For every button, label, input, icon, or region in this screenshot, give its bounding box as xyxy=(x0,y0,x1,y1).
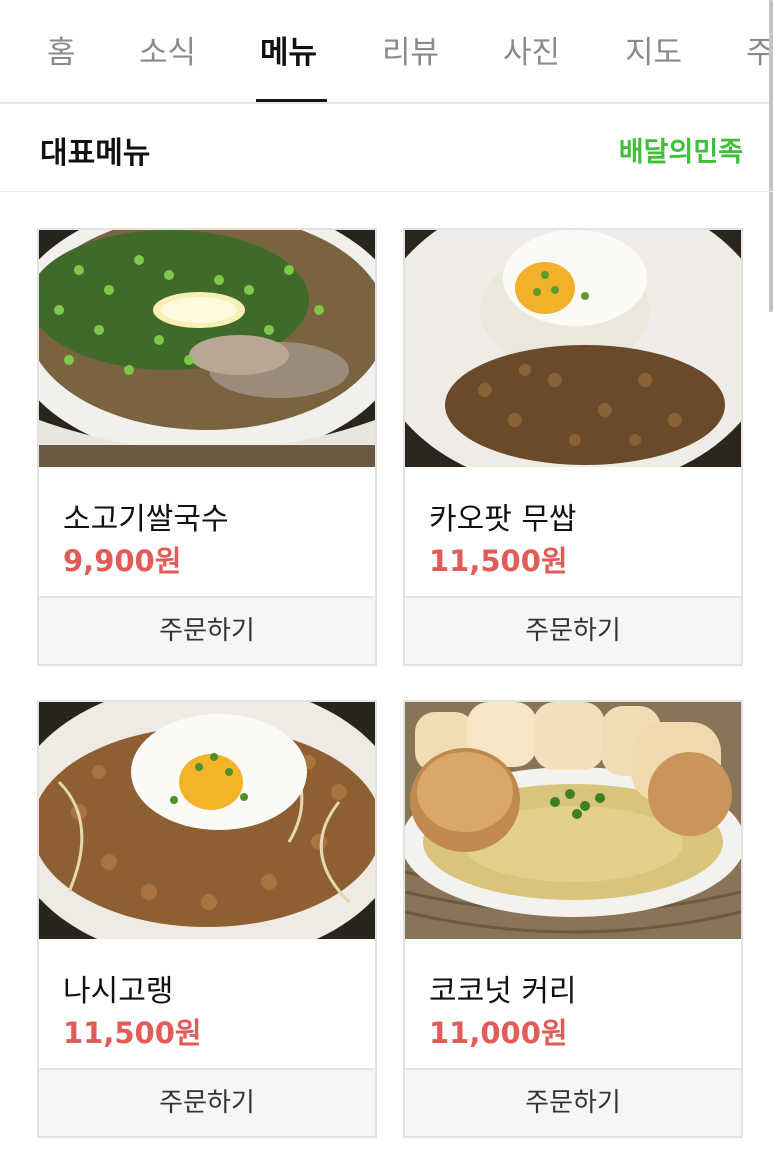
menu-tab-bar: 홈 소식 메뉴 리뷰 사진 지도 주 xyxy=(0,0,773,104)
tab-reviews[interactable]: 리뷰 xyxy=(382,32,439,74)
menu-card[interactable]: 소고기쌀국수 9,900원 주문하기 xyxy=(37,228,377,666)
menu-item-price: 11,000원 xyxy=(429,1016,568,1050)
tab-map[interactable]: 지도 xyxy=(625,32,682,74)
section-title: 대표메뉴 xyxy=(40,136,151,171)
delivery-app-link[interactable]: 배달의민족 xyxy=(619,130,743,169)
tab-home[interactable]: 홈 xyxy=(47,32,76,74)
section-header: 대표메뉴 배달의민족 xyxy=(0,106,773,192)
menu-item-name: 소고기쌀국수 xyxy=(63,502,229,537)
order-button[interactable]: 주문하기 xyxy=(405,1068,741,1136)
minced-pork-rice-photo xyxy=(405,230,741,467)
menu-item-price: 11,500원 xyxy=(429,544,568,578)
active-tab-indicator xyxy=(256,99,327,102)
menu-card[interactable]: 코코넛 커리 11,000원 주문하기 xyxy=(403,700,743,1138)
order-button[interactable]: 주문하기 xyxy=(39,596,375,664)
menu-item-name: 카오팟 무쌉 xyxy=(429,502,577,537)
nasi-goreng-photo xyxy=(39,702,375,939)
tab-photos[interactable]: 사진 xyxy=(503,32,560,74)
order-button[interactable]: 주문하기 xyxy=(405,596,741,664)
beef-pho-photo xyxy=(39,230,375,467)
tab-news[interactable]: 소식 xyxy=(139,32,196,74)
order-button[interactable]: 주문하기 xyxy=(39,1068,375,1136)
menu-item-name: 나시고랭 xyxy=(63,974,174,1009)
menu-item-name: 코코넛 커리 xyxy=(429,974,577,1009)
menu-item-price: 9,900원 xyxy=(63,544,182,578)
menu-item-price: 11,500원 xyxy=(63,1016,202,1050)
coconut-curry-photo xyxy=(405,702,741,939)
menu-card[interactable]: 카오팟 무쌉 11,500원 주문하기 xyxy=(403,228,743,666)
tab-menu[interactable]: 메뉴 xyxy=(260,32,317,74)
menu-card[interactable]: 나시고랭 11,500원 주문하기 xyxy=(37,700,377,1138)
